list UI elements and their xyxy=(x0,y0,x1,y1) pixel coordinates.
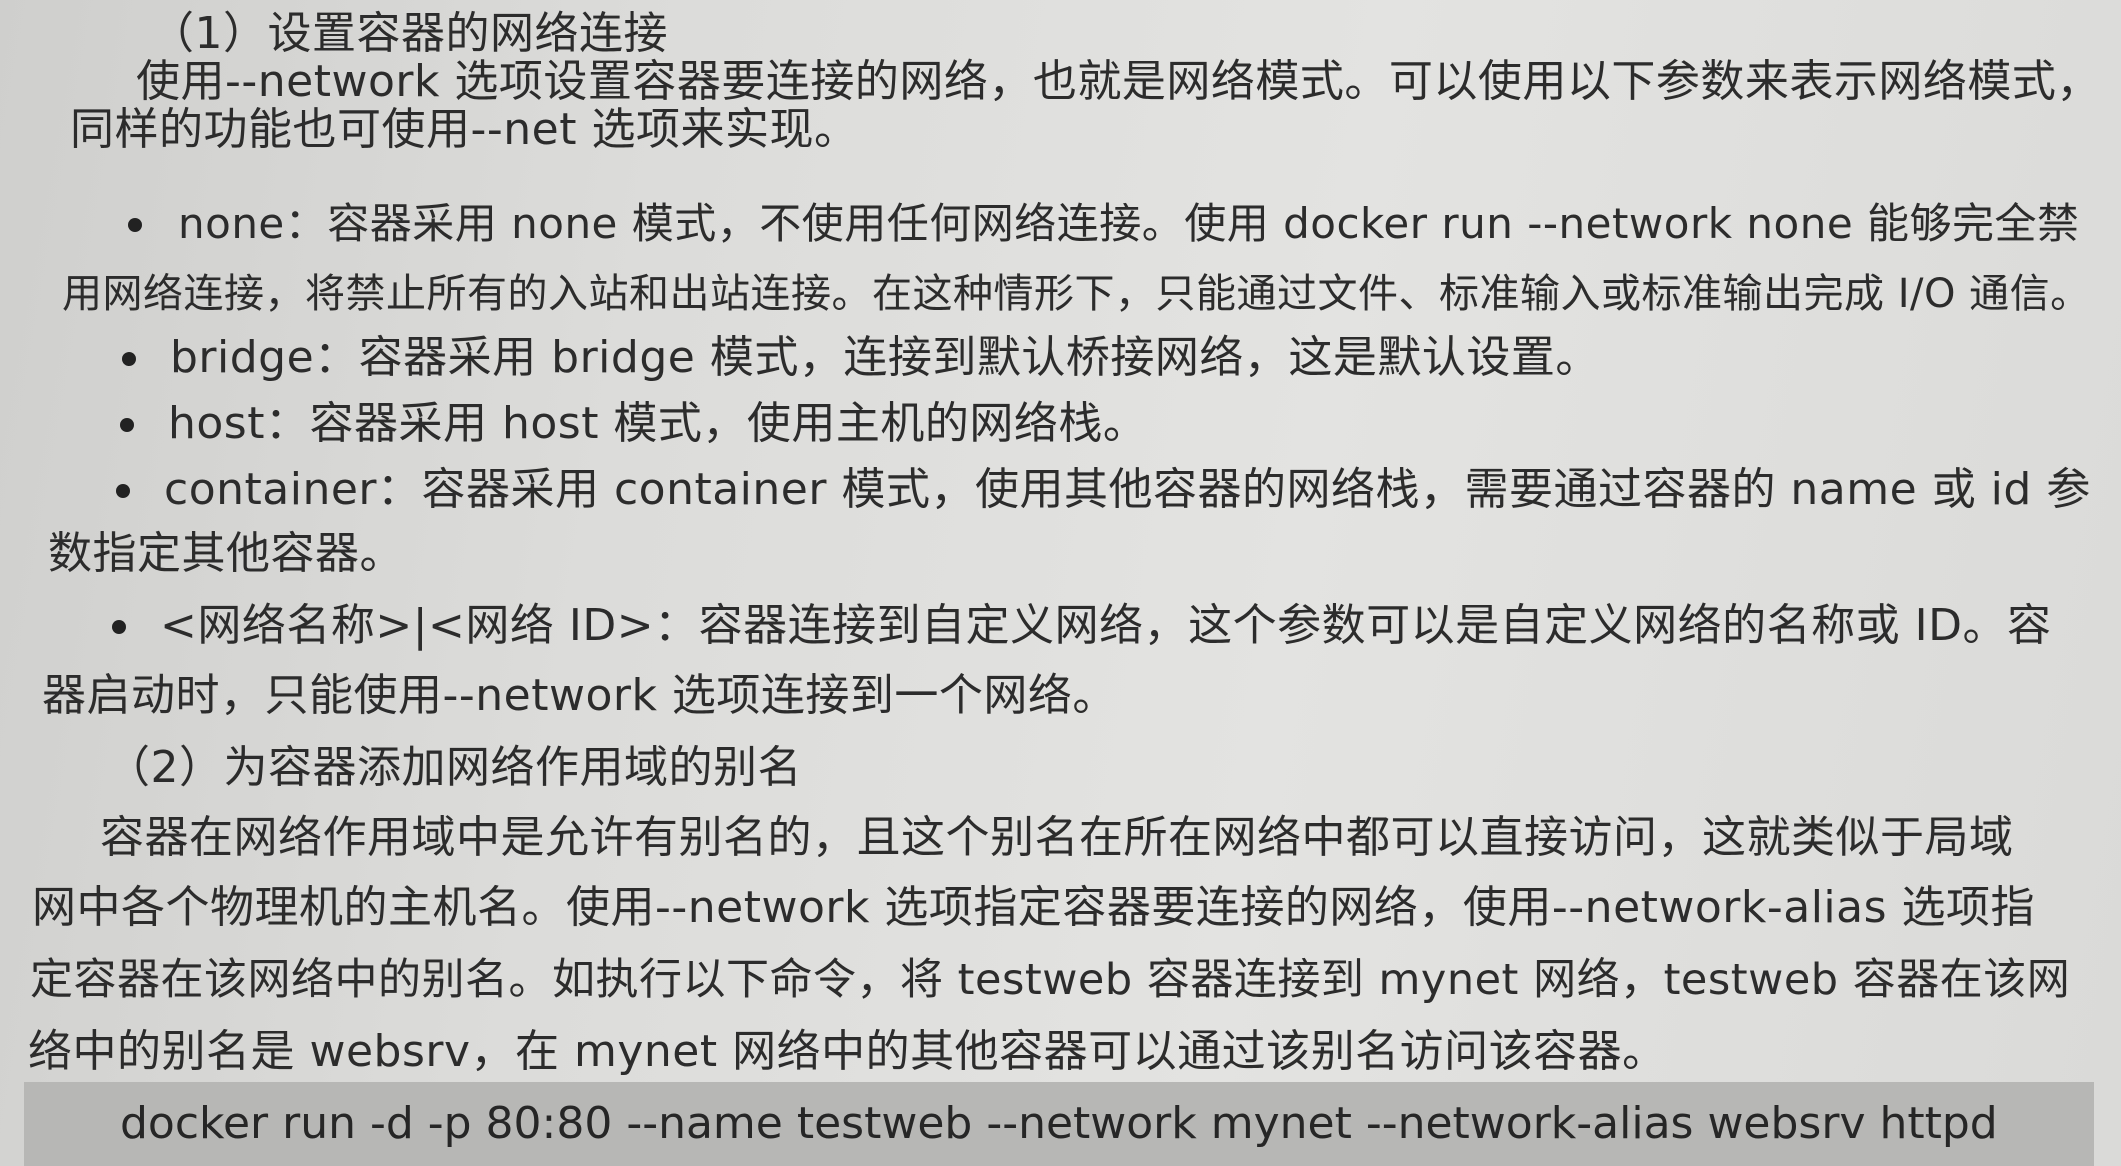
bullet-dot xyxy=(122,352,136,366)
section-2-paragraph-line-3: 定容器在该网络中的别名。如执行以下命令，将 testweb 容器连接到 myne… xyxy=(30,955,2071,1005)
section-2-paragraph-line-2: 网中各个物理机的主机名。使用--network 选项指定容器要连接的网络，使用-… xyxy=(32,882,2036,933)
bullet-dot xyxy=(112,620,126,634)
section-1-paragraph-line-2: 同样的功能也可使用--net 选项来实现。 xyxy=(70,104,859,155)
bullet-none-line-1: none：容器采用 none 模式，不使用任何网络连接。使用 docker ru… xyxy=(178,199,2080,248)
section-2-paragraph-line-1: 容器在网络作用域中是允许有别名的，且这个别名在所在网络中都可以直接访问，这就类似… xyxy=(100,812,2014,863)
bullet-dot xyxy=(120,418,134,432)
bullet-container-line-1: container：容器采用 container 模式，使用其他容器的网络栈，需… xyxy=(164,464,2091,515)
document-page: （1）设置容器的网络连接 使用--network 选项设置容器要连接的网络，也就… xyxy=(0,0,2121,1166)
section-2-paragraph-line-4: 络中的别名是 websrv，在 mynet 网络中的其他容器可以通过该别名访问该… xyxy=(28,1026,1667,1077)
bullet-bridge-line: bridge：容器采用 bridge 模式，连接到默认桥接网络，这是默认设置。 xyxy=(170,332,1600,383)
section-2-heading: （2）为容器添加网络作用域的别名 xyxy=(106,742,802,793)
bullet-container-line-2: 数指定其他容器。 xyxy=(48,528,404,579)
bullet-dot xyxy=(116,484,130,498)
bullet-none-line-2: 用网络连接，将禁止所有的入站和出站连接。在这种情形下，只能通过文件、标准输入或标… xyxy=(62,271,2091,317)
bullet-host-line: host：容器采用 host 模式，使用主机的网络栈。 xyxy=(168,398,1148,449)
bullet-custom-network-line-2: 器启动时，只能使用--network 选项连接到一个网络。 xyxy=(42,670,1117,721)
bullet-custom-network-line-1: <网络名称>|<网络 ID>：容器连接到自定义网络，这个参数可以是自定义网络的名… xyxy=(160,600,2052,651)
code-command: docker run -d -p 80:80 --name testweb --… xyxy=(120,1098,1998,1149)
bullet-dot xyxy=(128,218,142,232)
